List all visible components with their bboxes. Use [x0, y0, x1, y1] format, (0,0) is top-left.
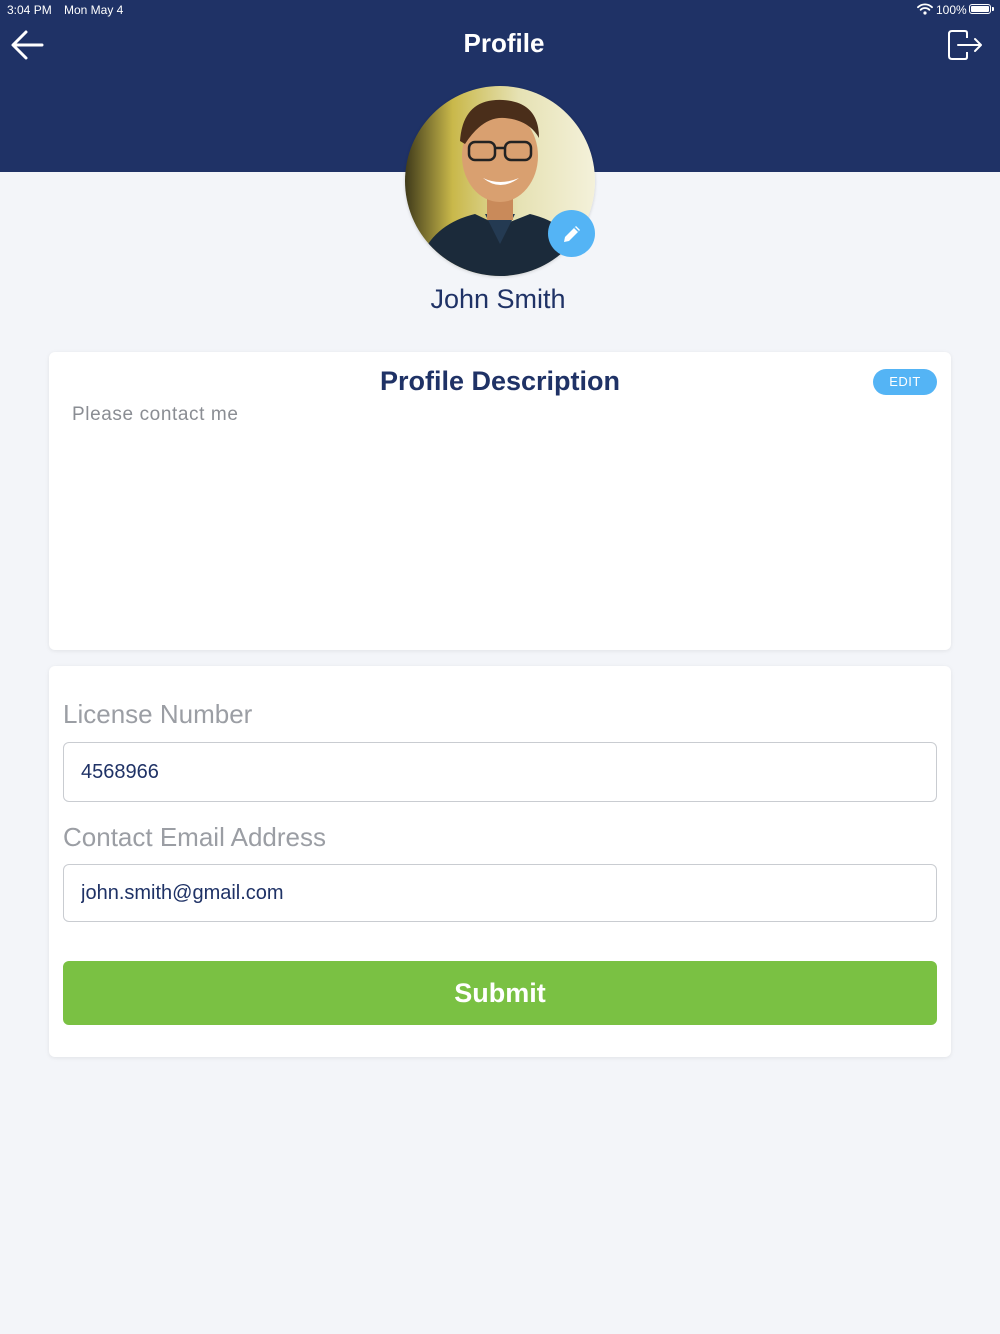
status-bar: 3:04 PM Mon May 4 100% [0, 0, 1000, 20]
status-time: 3:04 PM [7, 3, 52, 17]
edit-avatar-button[interactable] [548, 210, 595, 257]
edit-description-button[interactable]: EDIT [873, 369, 937, 395]
battery-icon [969, 4, 991, 14]
user-name: John Smith [430, 284, 566, 314]
profile-description-title: Profile Description [379, 366, 621, 396]
profile-description-text: Please contact me [72, 404, 239, 425]
profile-description-card: Profile Description EDIT Please contact … [49, 352, 951, 650]
page-title: Profile [463, 28, 545, 58]
battery-percentage: 100% [936, 3, 967, 17]
status-date: Mon May 4 [64, 3, 124, 17]
wifi-icon [917, 3, 933, 15]
submit-button[interactable]: Submit [63, 961, 937, 1025]
pencil-icon [563, 225, 580, 242]
battery-tip [992, 7, 994, 11]
license-number-input[interactable] [63, 742, 937, 802]
profile-form-card: License Number Contact Email Address Sub… [49, 666, 951, 1057]
logout-icon[interactable] [944, 27, 986, 63]
contact-email-label: Contact Email Address [63, 822, 327, 852]
contact-email-input[interactable] [63, 864, 937, 922]
license-number-label: License Number [63, 699, 253, 729]
